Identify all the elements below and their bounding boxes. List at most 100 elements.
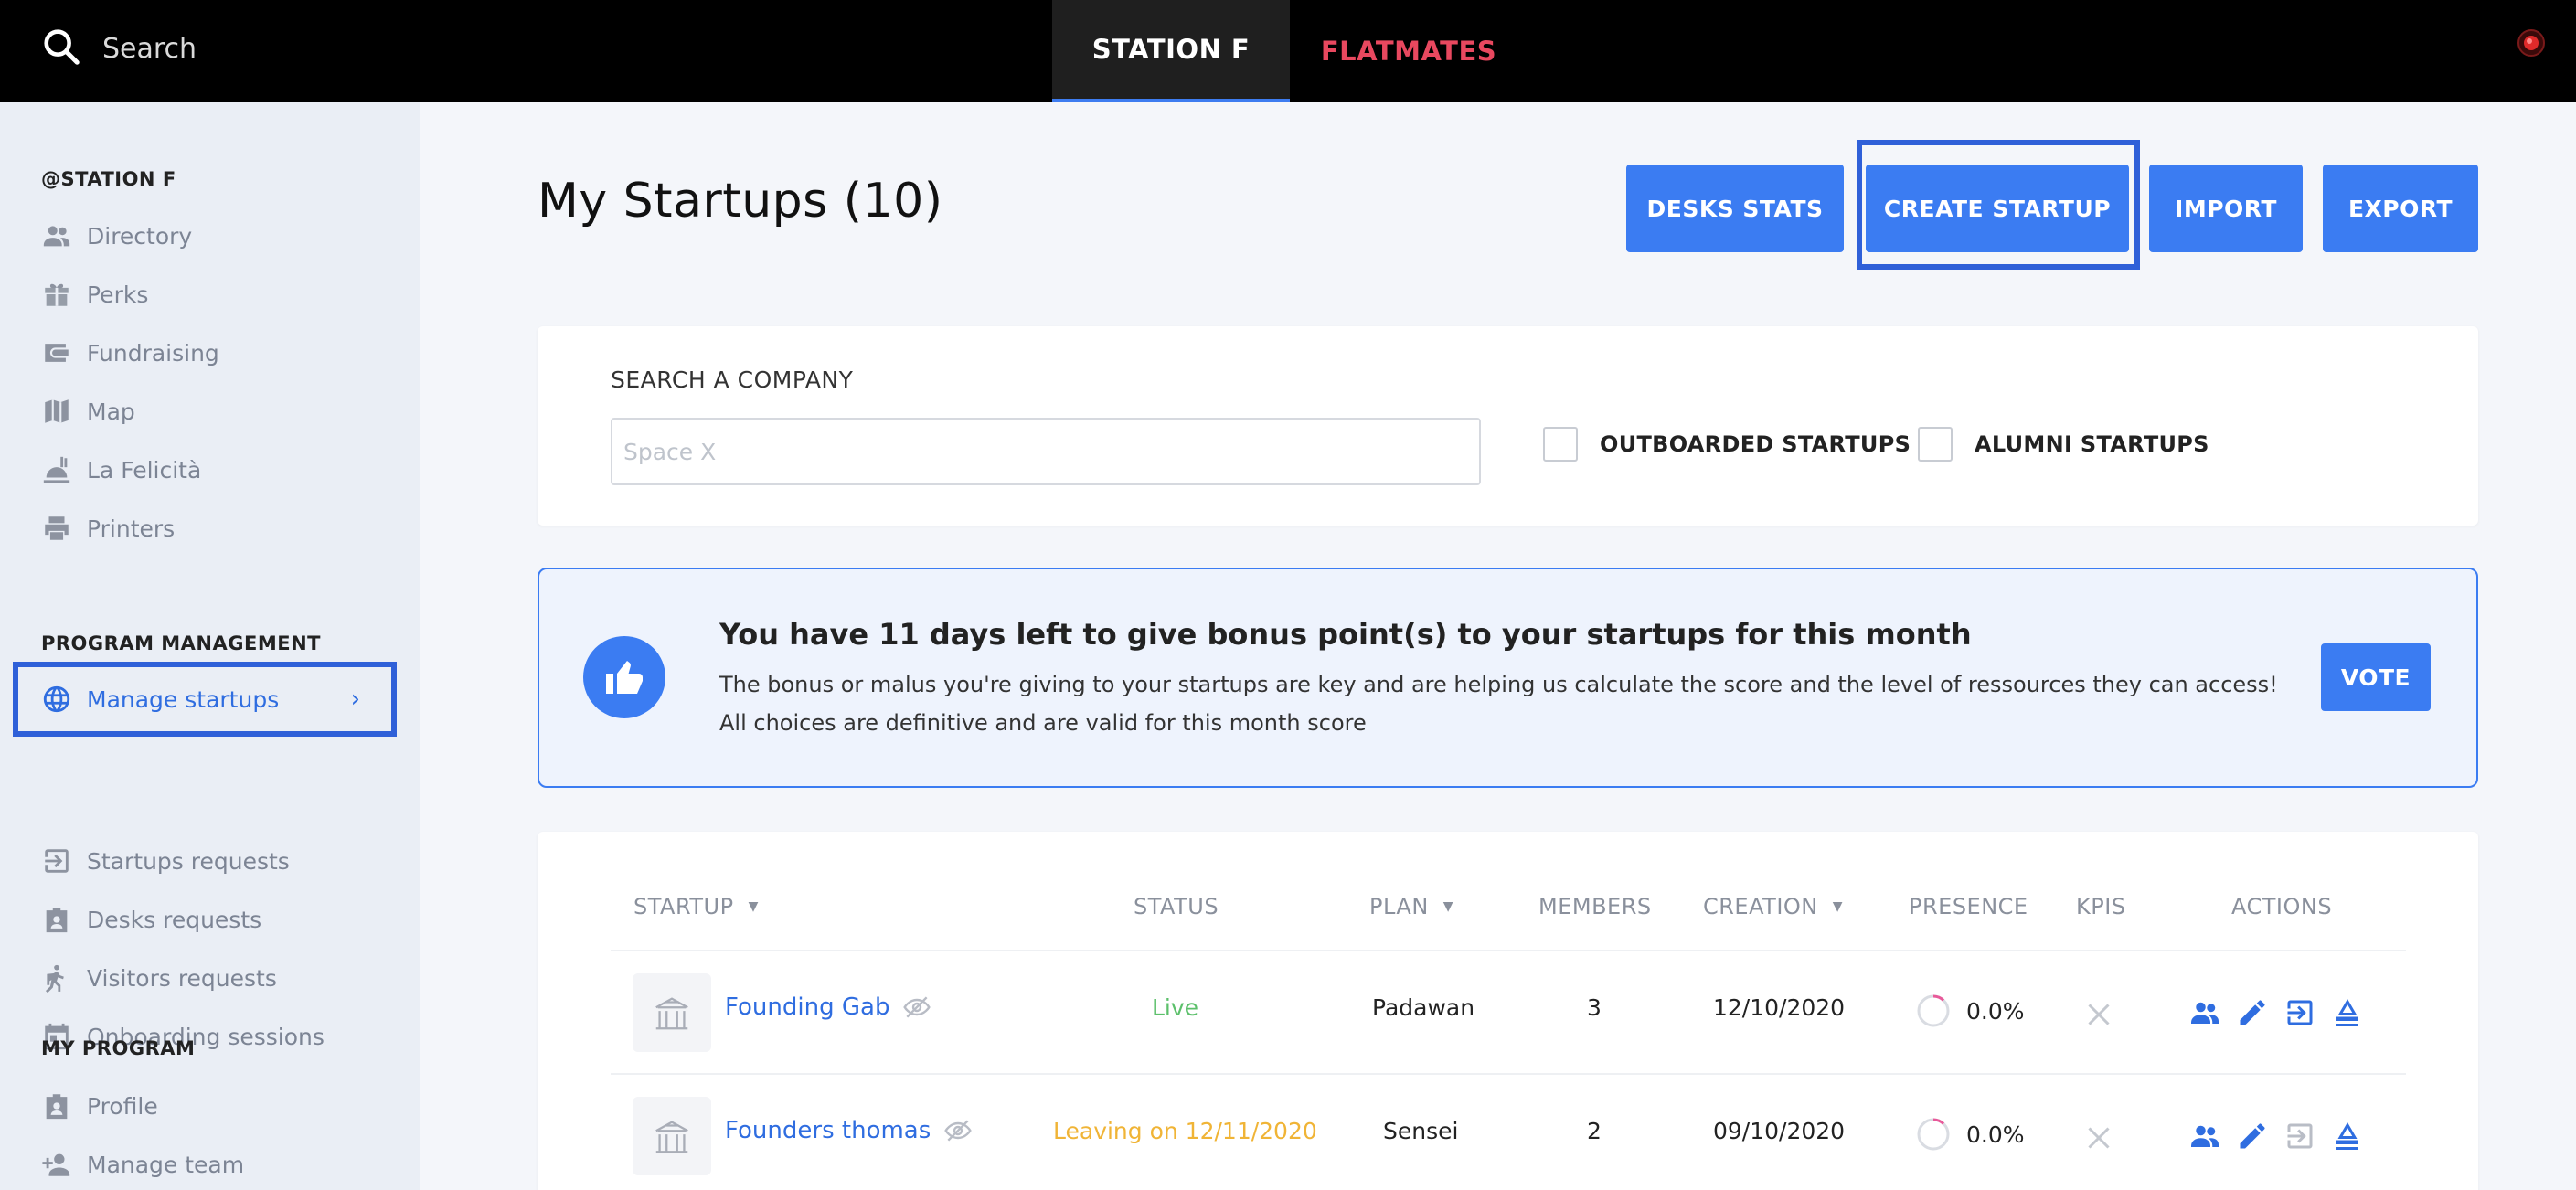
sidebar-item-profile[interactable]: Profile bbox=[41, 1084, 158, 1128]
tab-flatmates[interactable]: FLATMATES bbox=[1290, 0, 1528, 102]
sidebar-item-perks[interactable]: Perks bbox=[41, 272, 148, 316]
members-cell: 3 bbox=[1587, 994, 1602, 1021]
company-search-input[interactable] bbox=[611, 418, 1481, 485]
kpi-none-icon bbox=[2088, 1127, 2110, 1149]
team-icon[interactable] bbox=[2188, 996, 2221, 1029]
plan-cell: Sensei bbox=[1383, 1118, 1459, 1144]
sidebar-item-manage-team[interactable]: Manage team bbox=[41, 1142, 244, 1186]
stamp-icon[interactable] bbox=[2331, 996, 2364, 1029]
enter-icon[interactable] bbox=[2283, 1120, 2316, 1153]
sidebar-item-fundraising[interactable]: Fundraising bbox=[41, 331, 219, 375]
desks-stats-button[interactable]: DESKS STATS bbox=[1626, 165, 1844, 252]
page-title: My Startups (10) bbox=[538, 174, 943, 228]
startup-name[interactable]: Founders thomas bbox=[725, 1117, 931, 1144]
presence-cell: 0.0% bbox=[1915, 993, 2025, 1029]
startup-logo bbox=[633, 973, 711, 1052]
sidebar-item-la-felicita[interactable]: La Felicità bbox=[41, 448, 201, 492]
sidebar-item-manage-startups[interactable]: Manage startups › bbox=[13, 662, 397, 737]
thumbs-up-icon bbox=[583, 636, 665, 718]
progress-ring-icon bbox=[1917, 1118, 1950, 1151]
enter-icon bbox=[45, 849, 69, 873]
sidebar-section-title: MY PROGRAM bbox=[41, 1037, 196, 1059]
edit-icon[interactable] bbox=[2236, 1120, 2269, 1153]
outboarded-startups-filter[interactable]: OUTBOARDED STARTUPS bbox=[1543, 427, 1911, 462]
food-icon bbox=[43, 456, 70, 483]
tab-station-f[interactable]: STATION F bbox=[1052, 0, 1290, 102]
column-header-presence: PRESENCE bbox=[1909, 894, 2028, 919]
sidebar-item-startups-requests[interactable]: Startups requests bbox=[41, 839, 290, 883]
header-label: STARTUP bbox=[633, 894, 734, 919]
startups-table: STARTUP ▼ STATUS PLAN ▼ MEMBERS CREATION ▼ … bbox=[538, 832, 2478, 1190]
column-header-startup[interactable]: STARTUP ▼ bbox=[633, 894, 759, 919]
sidebar-item-printers[interactable]: Printers bbox=[41, 506, 175, 550]
startup-name-link[interactable]: Founders thomas bbox=[725, 1116, 973, 1145]
sidebar-item-label: Desks requests bbox=[87, 906, 262, 933]
column-header-members: MEMBERS bbox=[1538, 894, 1652, 919]
edit-icon[interactable] bbox=[2236, 996, 2269, 1029]
bonus-vote-card: You have 11 days left to give bonus poin… bbox=[538, 568, 2478, 788]
startup-name[interactable]: Founding Gab bbox=[725, 993, 889, 1021]
presence-value: 0.0% bbox=[1966, 1121, 2025, 1148]
badge-icon bbox=[46, 1094, 68, 1120]
outboarded-checkbox[interactable] bbox=[1543, 427, 1578, 462]
alumni-startups-filter[interactable]: ALUMNI STARTUPS bbox=[1918, 427, 2209, 462]
row-actions bbox=[2188, 996, 2379, 1029]
creation-cell: 09/10/2020 bbox=[1713, 1118, 1846, 1144]
progress-ring-icon bbox=[1917, 994, 1950, 1027]
kpi-none-icon bbox=[2088, 1004, 2110, 1025]
alumni-label: ALUMNI STARTUPS bbox=[1975, 431, 2209, 457]
header-label: KPIS bbox=[2076, 894, 2126, 919]
sidebar-item-directory[interactable]: Directory bbox=[41, 214, 192, 258]
eye-off-icon[interactable] bbox=[902, 993, 931, 1022]
column-header-actions: ACTIONS bbox=[2231, 894, 2332, 919]
sidebar-item-label: Startups requests bbox=[87, 847, 290, 875]
sort-caret-icon: ▼ bbox=[1442, 899, 1454, 914]
header-label: CREATION bbox=[1703, 894, 1818, 919]
eye-off-icon[interactable] bbox=[943, 1116, 973, 1145]
create-startup-button[interactable]: CREATE STARTUP bbox=[1866, 165, 2129, 252]
record-icon[interactable] bbox=[2516, 27, 2547, 58]
import-button[interactable]: IMPORT bbox=[2149, 165, 2303, 252]
row-divider bbox=[611, 950, 2406, 951]
export-button[interactable]: EXPORT bbox=[2323, 165, 2478, 252]
status-badge: Live bbox=[1152, 994, 1199, 1021]
search-icon[interactable] bbox=[40, 26, 82, 71]
sidebar-item-label: Directory bbox=[87, 222, 193, 250]
sort-caret-icon: ▼ bbox=[748, 899, 759, 914]
sidebar-item-label: Profile bbox=[87, 1092, 158, 1120]
header-label: STATUS bbox=[1134, 894, 1219, 919]
sidebar-item-map[interactable]: Map bbox=[41, 389, 135, 433]
enter-icon[interactable] bbox=[2283, 996, 2316, 1029]
startup-logo bbox=[633, 1097, 711, 1175]
printer-icon bbox=[45, 516, 69, 540]
sidebar-section-title: PROGRAM MANAGEMENT bbox=[41, 632, 321, 654]
sort-caret-icon: ▼ bbox=[1832, 899, 1844, 914]
badge-icon bbox=[46, 908, 68, 933]
startup-name-link[interactable]: Founding Gab bbox=[725, 993, 931, 1022]
vote-description: The bonus or malus you're giving to your… bbox=[719, 672, 2278, 736]
sidebar-item-label: Manage startups bbox=[87, 685, 280, 713]
sidebar-item-label: Map bbox=[87, 398, 135, 425]
status-badge: Leaving on 12/11/2020 bbox=[1053, 1118, 1317, 1144]
map-icon bbox=[45, 399, 69, 423]
stamp-icon[interactable] bbox=[2331, 1120, 2364, 1153]
creation-cell: 12/10/2020 bbox=[1713, 994, 1846, 1021]
sidebar-item-label: Manage team bbox=[87, 1151, 245, 1178]
vote-button[interactable]: VOTE bbox=[2321, 643, 2431, 711]
row-divider bbox=[611, 1073, 2406, 1075]
top-search bbox=[40, 26, 559, 71]
gift-icon bbox=[45, 283, 69, 306]
sidebar-section-title: @STATION F bbox=[41, 168, 176, 190]
column-header-creation[interactable]: CREATION ▼ bbox=[1703, 894, 1843, 919]
plan-cell: Padawan bbox=[1372, 994, 1475, 1021]
sidebar-item-label: Printers bbox=[87, 515, 176, 542]
alumni-checkbox[interactable] bbox=[1918, 427, 1953, 462]
outboarded-label: OUTBOARDED STARTUPS bbox=[1600, 431, 1911, 457]
sidebar-item-visitors-requests[interactable]: Visitors requests bbox=[41, 956, 277, 1000]
team-icon[interactable] bbox=[2188, 1120, 2221, 1153]
column-header-plan[interactable]: PLAN ▼ bbox=[1369, 894, 1453, 919]
sidebar-item-desks-requests[interactable]: Desks requests bbox=[41, 898, 261, 941]
search-input[interactable] bbox=[102, 32, 559, 65]
header-label: MEMBERS bbox=[1538, 894, 1652, 919]
sidebar: @STATION F Directory Perks Fundraising M… bbox=[0, 102, 420, 1190]
